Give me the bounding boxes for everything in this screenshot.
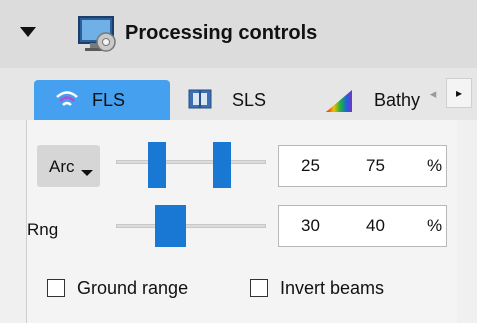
rng-high-value[interactable]: 40 [366, 216, 385, 236]
tab-sls-label: SLS [232, 90, 267, 110]
processing-monitor-icon [78, 16, 116, 52]
chevron-down-icon [81, 170, 93, 176]
panel-title: Processing controls [125, 22, 318, 44]
rng-low-value[interactable]: 30 [301, 216, 320, 236]
tab-scroll-right-button[interactable]: ▸ [446, 78, 472, 108]
tab-scroll-left-button[interactable]: ◂ [422, 80, 444, 108]
tab-fls-label: FLS [92, 90, 126, 110]
collapse-arrow-icon[interactable] [20, 27, 36, 37]
wifi-signal-icon [56, 91, 78, 106]
tab-bathy-label: Bathy [374, 90, 421, 110]
rng-label: Rng [27, 220, 59, 239]
ground-range-checkbox[interactable] [47, 279, 65, 297]
tab-fls[interactable]: FLS [34, 80, 170, 120]
arc-value-box[interactable]: 25 75 % [278, 145, 447, 187]
section-header[interactable]: Processing controls [0, 0, 477, 68]
invert-beams-label[interactable]: Invert beams [280, 278, 384, 299]
rng-unit: % [427, 216, 443, 235]
tab-sls[interactable]: SLS [176, 80, 300, 120]
rng-slider-handle[interactable] [155, 205, 186, 247]
invert-beams-checkbox[interactable] [250, 279, 268, 297]
rng-value-box[interactable]: 30 40 % [278, 205, 447, 247]
arc-range-slider[interactable] [116, 160, 266, 164]
arc-slider-high-handle[interactable] [213, 142, 231, 188]
ground-range-label[interactable]: Ground range [77, 278, 188, 299]
tab-bar: FLS SLS Bathy [0, 68, 477, 120]
arc-label: Arc [49, 157, 75, 176]
arc-low-value[interactable]: 25 [301, 156, 320, 176]
arc-dropdown-button[interactable]: Arc [37, 145, 100, 187]
arc-high-value[interactable]: 75 [366, 156, 385, 176]
arc-unit: % [427, 156, 443, 175]
rng-range-slider[interactable] [116, 224, 266, 228]
sidescan-icon [188, 89, 212, 109]
color-spectrum-icon [326, 90, 352, 112]
tab-bathy[interactable]: Bathy [304, 80, 422, 120]
arc-slider-low-handle[interactable] [148, 142, 166, 188]
